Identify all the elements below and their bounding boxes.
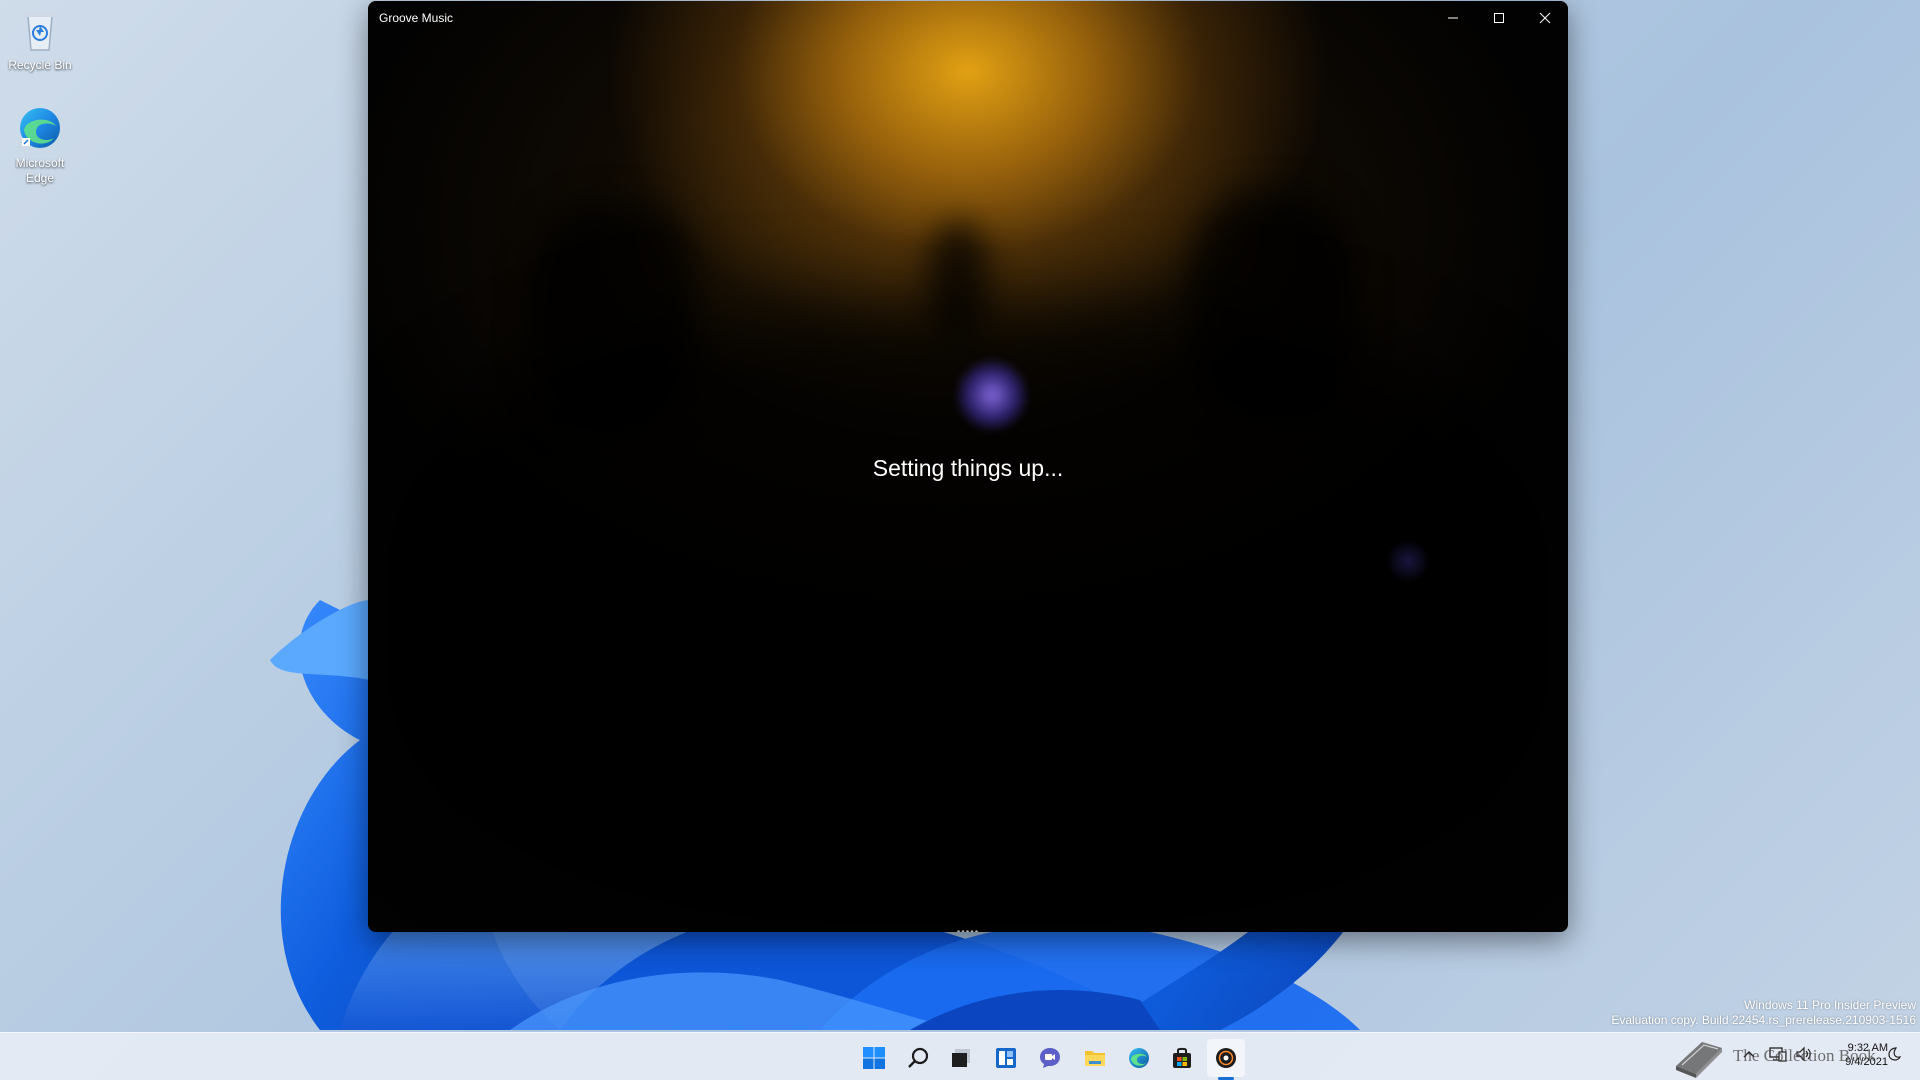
- desktop-icon-label: Microsoft Edge: [15, 156, 65, 185]
- edge-icon: [16, 104, 64, 152]
- store-button[interactable]: [1163, 1039, 1201, 1077]
- setup-status-text: Setting things up...: [872, 455, 1064, 481]
- start-button[interactable]: [855, 1039, 893, 1077]
- chat-icon: [1040, 1048, 1060, 1068]
- store-icon: [1173, 1047, 1191, 1068]
- close-icon: [1539, 12, 1551, 23]
- book-icon: [1676, 1042, 1722, 1078]
- maximize-button[interactable]: [1476, 1, 1522, 34]
- collection-book-text: The Collection Book: [1733, 1046, 1876, 1065]
- groove-music-icon: [1216, 1048, 1236, 1068]
- window-title: Groove Music: [379, 11, 454, 25]
- groove-music-window[interactable]: Groove Music Setting things up... •••••: [368, 1, 1568, 932]
- watermark-line-1: Windows 11 Pro Insider Preview: [1744, 998, 1916, 1012]
- search-icon: [908, 1047, 929, 1068]
- maximize-icon: [1494, 12, 1504, 23]
- edge-taskbar-button[interactable]: [1120, 1039, 1158, 1077]
- windows-logo-icon: [863, 1047, 885, 1069]
- title-bar[interactable]: Groove Music: [368, 1, 1568, 34]
- search-button[interactable]: [899, 1039, 937, 1077]
- widgets-button[interactable]: [987, 1039, 1025, 1077]
- recycle-bin-icon: [16, 6, 64, 54]
- task-view-button[interactable]: [942, 1039, 980, 1077]
- edge-icon: [1129, 1048, 1149, 1068]
- chat-button[interactable]: [1031, 1039, 1069, 1077]
- widgets-icon: [996, 1048, 1016, 1068]
- close-button[interactable]: [1522, 1, 1568, 34]
- desktop: Recycle Bin Microsoft Edge Groove Music …: [0, 0, 1920, 1080]
- desktop-icon-edge[interactable]: Microsoft Edge: [0, 104, 80, 186]
- desktop-icon-label: Recycle Bin: [8, 58, 72, 72]
- minimize-icon: [1448, 17, 1458, 18]
- task-view-icon: [952, 1049, 970, 1067]
- groove-music-taskbar-button[interactable]: [1207, 1039, 1245, 1077]
- build-watermark: Windows 11 Pro Insider Preview Evaluatio…: [1611, 998, 1916, 1028]
- desktop-icon-recycle-bin[interactable]: Recycle Bin: [0, 6, 80, 73]
- progress-dots: •••••: [368, 927, 1568, 932]
- light-orb: [1386, 539, 1430, 583]
- watermark-line-2: Evaluation copy. Build 22454.rs_prerelea…: [1611, 1013, 1916, 1027]
- file-explorer-button[interactable]: [1076, 1039, 1114, 1077]
- minimize-button[interactable]: [1430, 1, 1476, 34]
- taskbar: [0, 1032, 1920, 1080]
- folder-icon: [1085, 1051, 1105, 1066]
- light-orb: [956, 359, 1028, 431]
